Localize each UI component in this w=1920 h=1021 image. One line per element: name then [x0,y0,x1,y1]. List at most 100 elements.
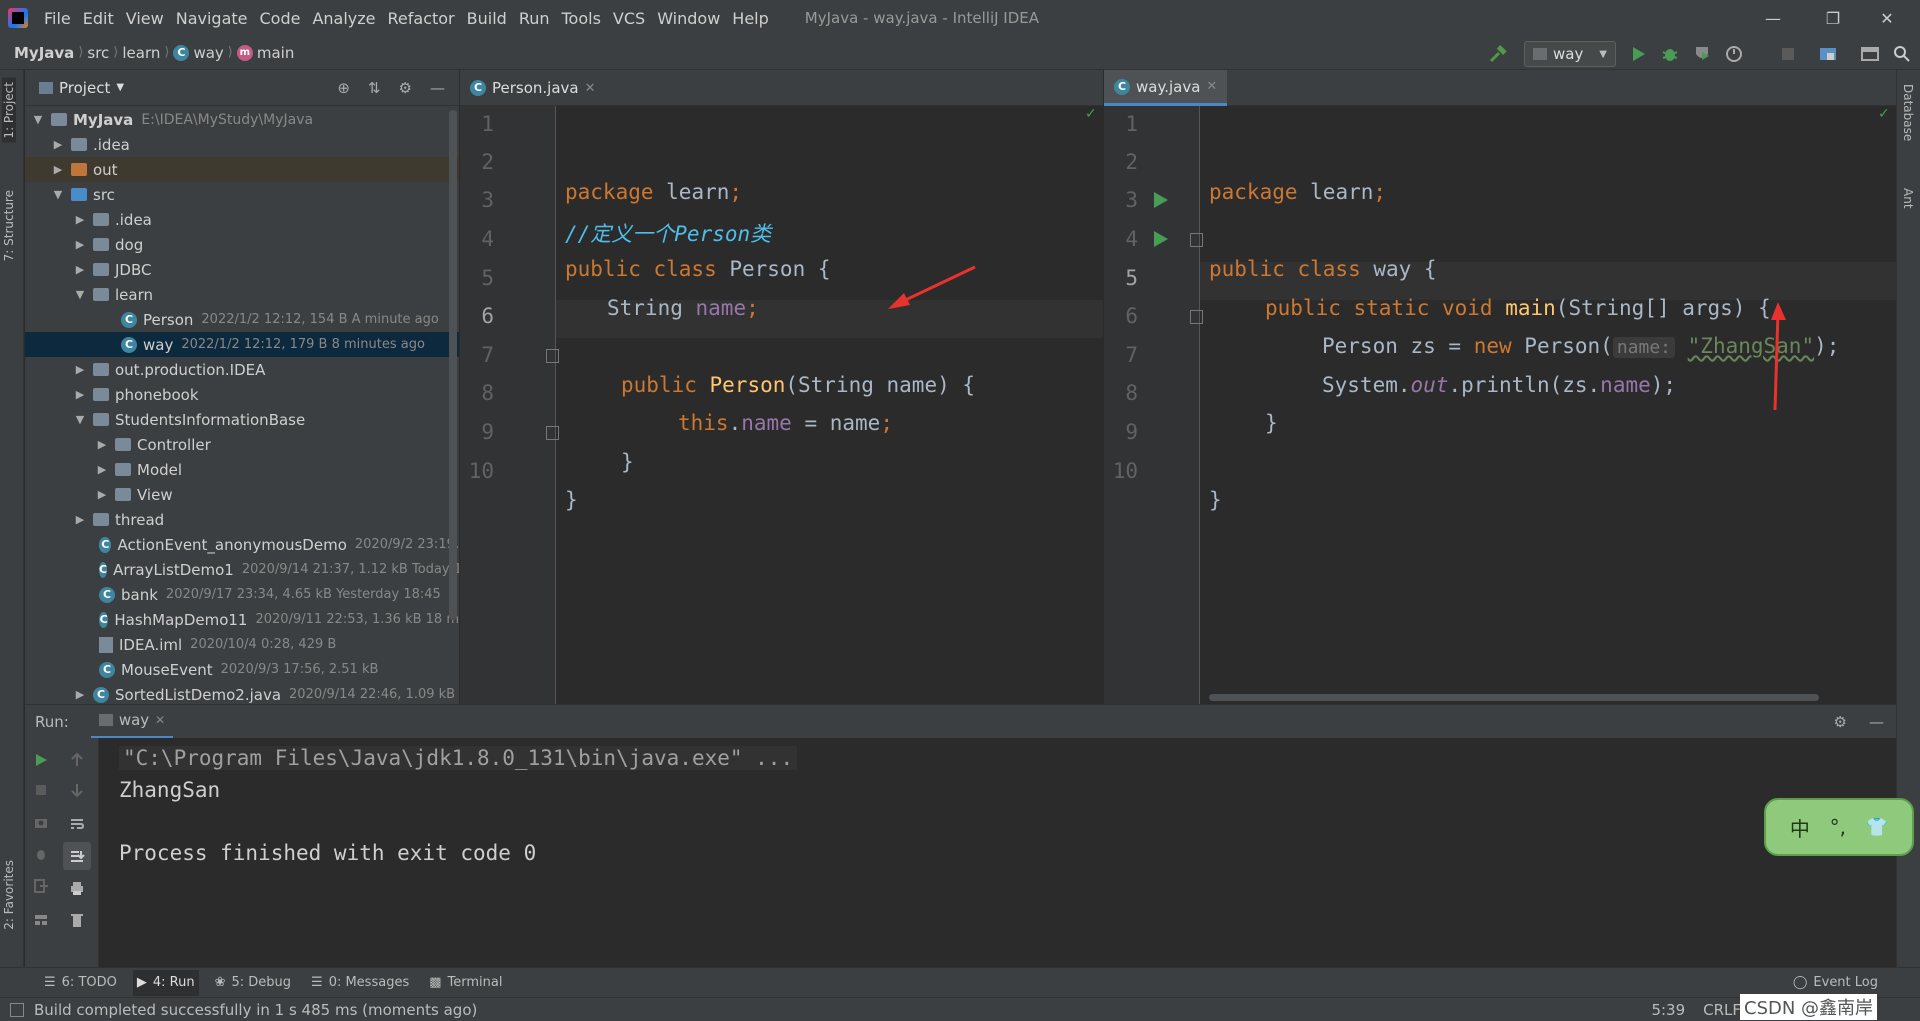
locate-icon[interactable]: ⊕ [337,79,350,97]
code-line-3[interactable]: public class Person { [565,257,831,281]
restore-icon[interactable]: ❐ [1808,0,1858,36]
code-line-3[interactable]: public class way { [1209,257,1437,281]
minimize-icon[interactable]: — [1748,0,1798,36]
code-line-6[interactable]: public Person(String name) { [621,373,975,397]
breadcrumb-learn[interactable]: learn [118,44,164,62]
tree-node[interactable]: ▶ phonebook [25,382,459,407]
menu-run[interactable]: Run [513,9,556,28]
tree-node[interactable]: ▶ JDBC [25,257,459,282]
terminal-tool-button[interactable]: ▩ Terminal [425,975,506,990]
menu-view[interactable]: View [120,9,170,28]
build-hammer-icon[interactable] [1488,44,1508,64]
run-gutter-icon[interactable] [1154,192,1168,208]
project-tool-tab[interactable]: 1: Project [2,78,16,143]
collapse-all-icon[interactable]: ⇅ [368,79,381,97]
stop-icon[interactable] [1778,44,1798,64]
run-icon[interactable] [1628,44,1648,64]
rerun-icon[interactable] [33,752,49,768]
fold-icon[interactable] [546,426,559,440]
run-tab-way[interactable]: way ✕ [90,705,174,739]
menu-edit[interactable]: Edit [77,9,120,28]
breadcrumb-way[interactable]: Cway [169,44,227,62]
layout-icon[interactable] [33,912,49,928]
tree-node[interactable]: ▶ .idea [25,207,459,232]
debug-bug-icon[interactable] [33,846,49,862]
tree-node[interactable]: ▶ View [25,482,459,507]
menu-vcs[interactable]: VCS [607,9,651,28]
tree-node-file[interactable]: C HashMapDemo11 2020/9/11 22:53, 1.36 kB 1… [25,607,459,632]
tree-node[interactable]: ▼ StudentsInformationBase [25,407,459,432]
fold-icon[interactable] [1190,233,1203,247]
code-line-1[interactable]: package learn; [565,180,742,204]
code-line-4[interactable]: String name; [607,296,759,320]
toggle-presentation-icon[interactable] [1860,44,1880,64]
tree-node[interactable]: ▼ src [25,182,459,207]
menu-tools[interactable]: Tools [556,9,607,28]
coverage-icon[interactable] [1692,44,1712,64]
menu-window[interactable]: Window [651,9,726,28]
tree-node[interactable]: ▶ Model [25,457,459,482]
run-tool-button[interactable]: ▶ 4: Run [132,969,199,996]
tree-node-file[interactable]: C Person 2022/1/2 12:12, 154 B A minute ag… [25,307,459,332]
tree-node[interactable]: ▶ Controller [25,432,459,457]
soft-wrap-icon[interactable] [69,816,85,832]
database-tool-tab[interactable]: Database [1901,84,1915,141]
run-console[interactable]: "C:\Program Files\Java\jdk1.8.0_131\bin\… [25,738,1896,967]
run-configuration-select[interactable]: way ▼ [1524,41,1616,67]
project-scrollbar[interactable] [449,110,457,620]
code-line-8[interactable]: } [621,450,634,474]
line-separator[interactable]: CRLF [1703,1001,1741,1019]
close-icon[interactable]: ✕ [1862,0,1912,36]
gear-icon[interactable]: ⚙ [399,79,412,97]
code-line-9[interactable]: } [1209,488,1222,512]
tree-node[interactable]: ▶ out.production.IDEA [25,357,459,382]
hide-icon[interactable]: — [430,79,445,97]
ime-punct-label[interactable]: °, [1830,815,1846,839]
down-arrow-icon[interactable] [69,782,85,798]
fold-icon[interactable] [1190,310,1203,324]
code-line-7[interactable]: } [1265,411,1278,435]
caret-position[interactable]: 5:39 [1651,1001,1685,1019]
menu-navigate[interactable]: Navigate [170,9,254,28]
stop-icon[interactable] [33,782,49,798]
ime-status-widget[interactable]: 中 °, 👕 [1764,798,1914,856]
scroll-to-end-toggle[interactable] [63,842,91,870]
ime-skin-icon[interactable]: 👕 [1866,817,1888,838]
tree-node[interactable]: ▶ out [25,157,459,182]
code-line-2[interactable]: //定义一个Person类 [565,218,771,248]
tree-node[interactable]: ▼ learn [25,282,459,307]
menu-file[interactable]: File [38,9,77,28]
structure-tool-tab[interactable]: 7: Structure [2,190,16,261]
tree-node-file[interactable]: C ActionEvent_anonymousDemo 2020/9/2 23:19… [25,532,459,557]
gear-icon[interactable]: ⚙ [1834,713,1847,731]
favorites-tool-tab[interactable]: 2: Favorites [2,860,16,930]
print-icon[interactable] [69,880,85,896]
camera-icon[interactable] [33,814,49,830]
breadcrumb-main[interactable]: m main [233,44,298,62]
tree-node-file[interactable]: C ArrayListDemo1 2020/9/14 21:37, 1.12 kB … [25,557,459,582]
code-line-7[interactable]: this.name = name; [678,411,893,435]
horizontal-scrollbar[interactable] [1209,694,1819,701]
up-arrow-icon[interactable] [69,752,85,768]
tree-node[interactable]: ▶ thread [25,507,459,532]
event-log-button[interactable]: ◯ Event Log [1789,975,1882,990]
close-tab-icon[interactable]: ✕ [585,81,596,96]
project-structure-icon[interactable] [1818,44,1838,64]
close-tab-icon[interactable]: ✕ [155,713,165,727]
menu-help[interactable]: Help [726,9,774,28]
menu-build[interactable]: Build [461,9,513,28]
code-line-6[interactable]: System.out.println(zs.name); [1322,373,1676,397]
tab-person-java[interactable]: C Person.java ✕ [460,70,606,106]
tree-node-root[interactable]: ▼ MyJava E:\IDEA\MyStudy\MyJava [25,107,459,132]
menu-code[interactable]: Code [254,9,307,28]
breadcrumb-src[interactable]: src [83,44,113,62]
tree-node-file[interactable]: Cbank 2020/9/17 23:34, 4.65 kB Yesterday … [25,582,459,607]
profile-icon[interactable] [1724,44,1744,64]
hide-icon[interactable]: — [1869,713,1884,731]
ant-tool-tab[interactable]: Ant [1901,188,1915,209]
toggle-tool-windows-icon[interactable] [10,1002,24,1017]
debug-tool-button[interactable]: ❀ 5: Debug [211,975,295,990]
tree-node-file[interactable]: IDEA.iml 2020/10/4 0:28, 429 B [25,632,459,657]
inspection-ok-icon[interactable]: ✓ [1878,106,1890,122]
code-line-5[interactable]: Person zs = new Person(name: "ZhangSan")… [1322,334,1839,358]
